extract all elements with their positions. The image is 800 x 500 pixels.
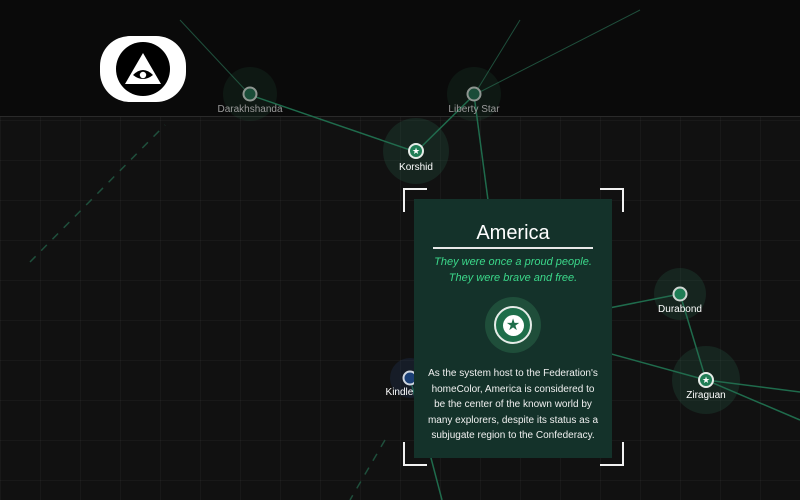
tagline-line-1: They were once a proud people. — [434, 256, 592, 268]
circle-icon — [672, 286, 688, 302]
system-name: America — [476, 222, 550, 244]
logo-ring — [116, 42, 170, 96]
hyperlane — [473, 9, 641, 96]
selection-bracket-top-left — [403, 188, 427, 212]
system-tagline: They were once a proud people. They were… — [414, 254, 612, 286]
selection-bracket-bottom-left — [403, 442, 427, 466]
star-icon: ★ — [408, 143, 424, 159]
system-description: As the system host to the Federation's h… — [427, 368, 599, 441]
system-emblem[interactable]: ★ — [485, 297, 541, 353]
selection-bracket-top-right — [600, 188, 624, 212]
emblem-ring: ★ — [494, 306, 532, 344]
system-info-card: America They were once a proud people. T… — [414, 199, 612, 458]
title-divider — [433, 247, 593, 249]
selection-bracket-bottom-right — [600, 442, 624, 466]
system-label: Ziraguan — [686, 390, 726, 401]
system-label: Korshid — [399, 162, 433, 173]
all-seeing-eye-icon — [125, 53, 161, 84]
circle-icon — [242, 86, 258, 102]
circle-icon — [466, 86, 482, 102]
system-label: Durabond — [658, 304, 702, 315]
system-label: Liberty Star — [448, 104, 500, 115]
tagline-line-2: They were brave and free. — [448, 272, 578, 284]
star-icon: ★ — [698, 372, 714, 388]
system-label: Darakhshanda — [217, 104, 283, 115]
faction-logo[interactable] — [100, 36, 186, 102]
route-dashed — [349, 439, 386, 500]
route-dashed — [29, 124, 166, 263]
star-icon: ★ — [502, 314, 524, 336]
